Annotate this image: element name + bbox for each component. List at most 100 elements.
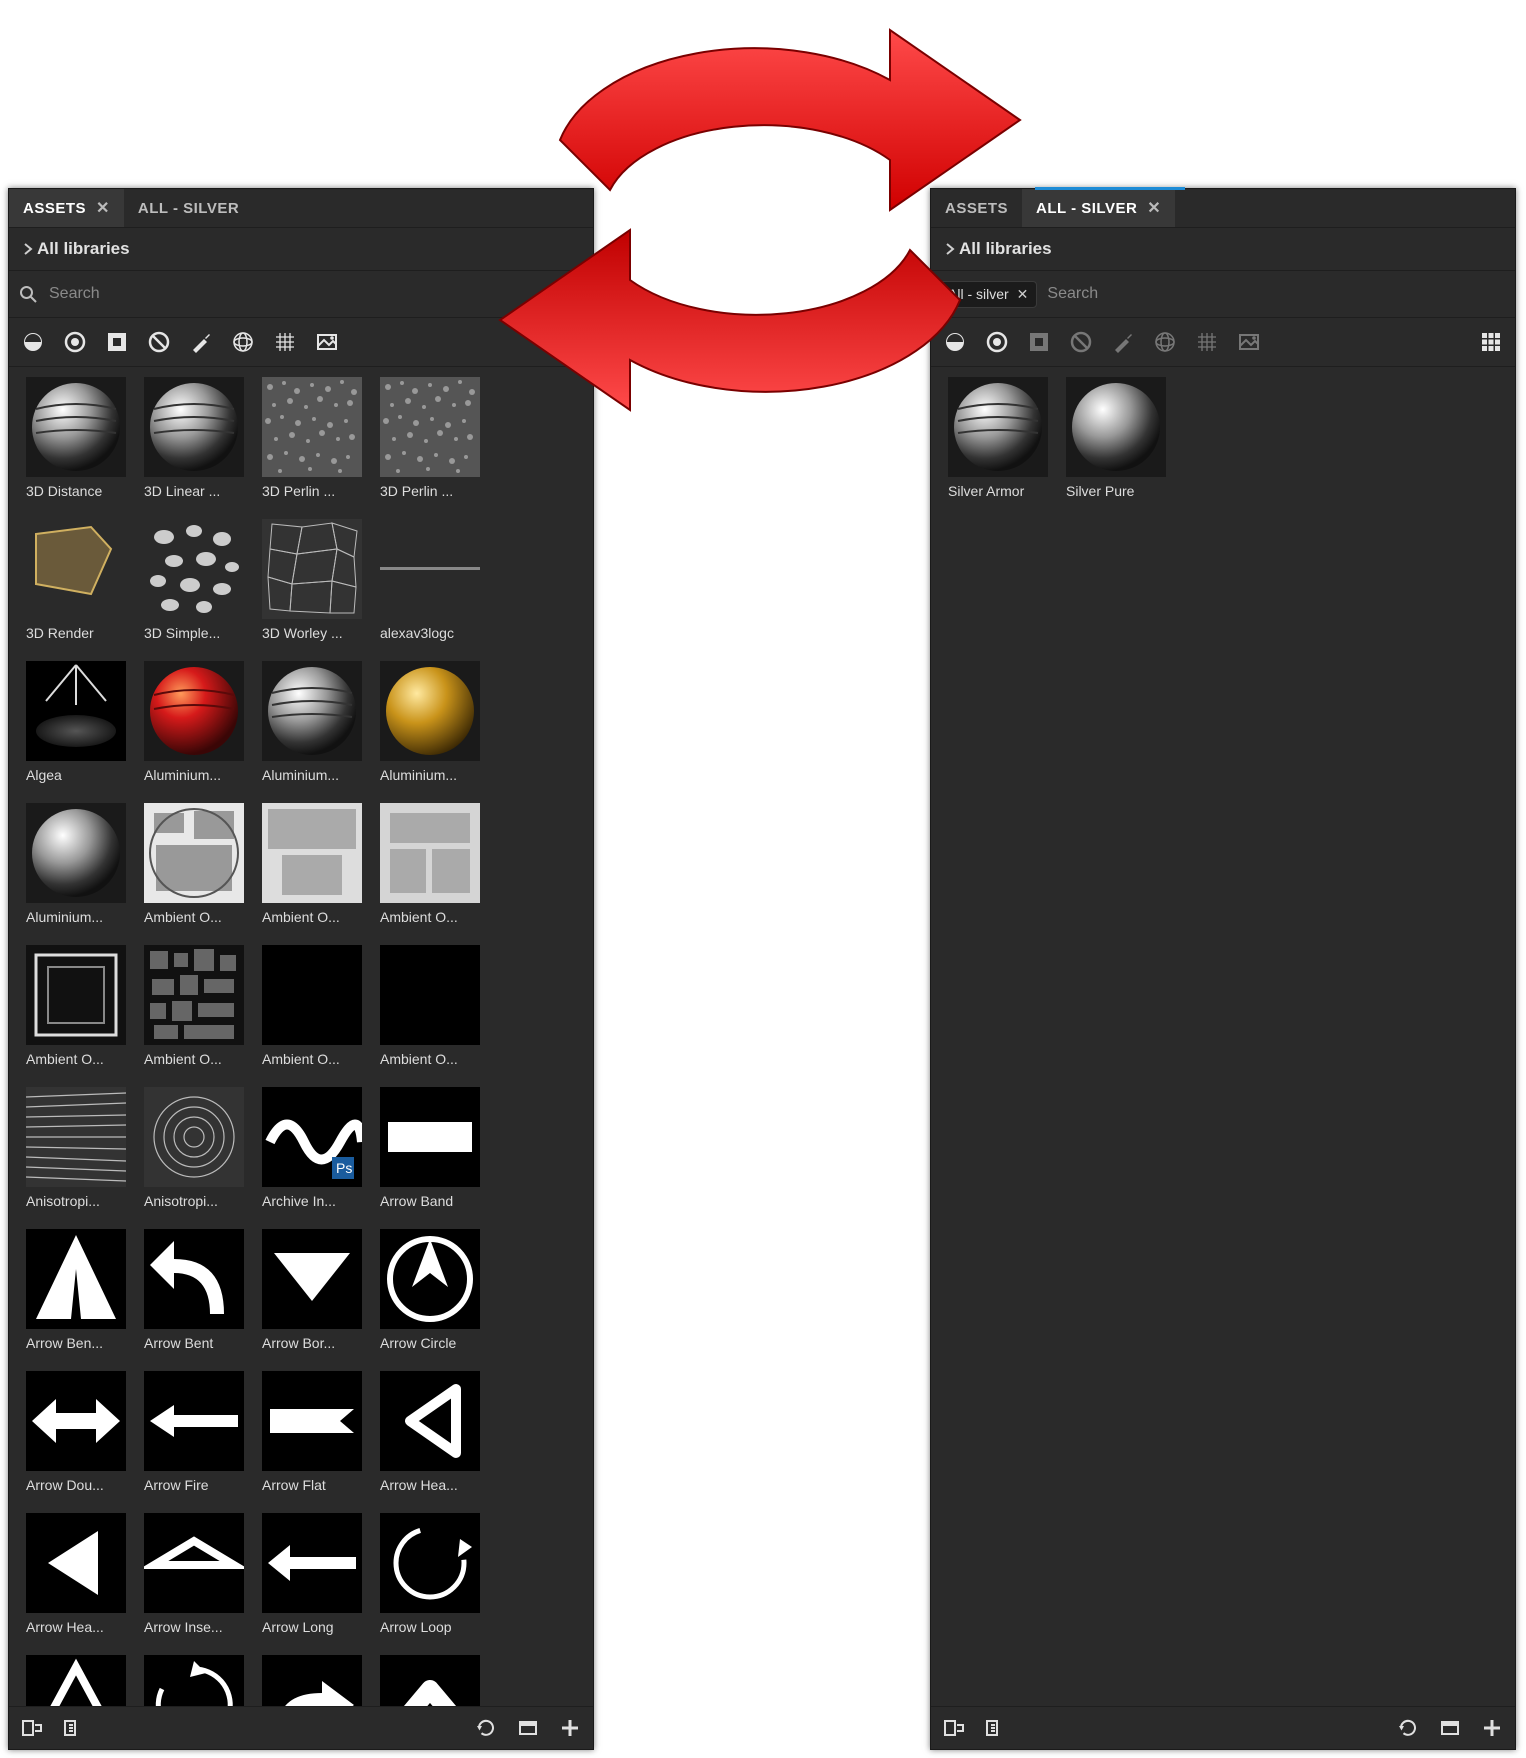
filter-environment-icon[interactable] (1235, 328, 1263, 356)
asset-label: Arrow Long (262, 1619, 362, 1635)
asset-item[interactable]: Arrow Flat (257, 1371, 367, 1493)
filter-environment-icon[interactable] (313, 328, 341, 356)
asset-item[interactable]: 3D Distance (21, 377, 131, 499)
asset-item[interactable]: Arrow Neg... (21, 1655, 131, 1706)
asset-thumbnail (262, 803, 362, 903)
filter-grid-icon[interactable] (271, 328, 299, 356)
asset-item[interactable]: 3D Worley ... (257, 519, 367, 641)
close-icon[interactable]: ✕ (1147, 198, 1161, 218)
filter-material-icon[interactable] (941, 328, 969, 356)
asset-item[interactable]: Arrow Hea... (375, 1371, 485, 1493)
asset-item[interactable]: 3D Perlin ... (375, 377, 485, 499)
asset-item[interactable]: Aluminium... (21, 803, 131, 925)
asset-item[interactable]: Silver Armor (943, 377, 1053, 499)
filter-smart-material-icon[interactable] (61, 328, 89, 356)
asset-item[interactable]: Arrow Rota... (139, 1655, 249, 1706)
search-chip[interactable]: All - silver ✕ (939, 281, 1037, 308)
asset-item[interactable]: Arrow Hea... (21, 1513, 131, 1635)
asset-item[interactable]: Arrow Band (375, 1087, 485, 1209)
add-icon[interactable] (557, 1715, 583, 1741)
asset-item[interactable]: Arrow Loop (375, 1513, 485, 1635)
asset-item[interactable]: Arrow Inse... (139, 1513, 249, 1635)
asset-item[interactable]: Archive In... (257, 1087, 367, 1209)
close-icon[interactable]: ✕ (1017, 286, 1029, 303)
tab-all-silver[interactable]: ALL - SILVER (124, 189, 253, 227)
asset-item[interactable]: Aluminium... (139, 661, 249, 783)
filter-alpha-icon[interactable] (1067, 328, 1095, 356)
asset-thumbnail (26, 1087, 126, 1187)
asset-thumbnail (144, 661, 244, 761)
asset-item[interactable]: Ambient O... (139, 803, 249, 925)
asset-item[interactable]: 3D Render (21, 519, 131, 641)
filter-texture-icon[interactable] (1025, 328, 1053, 356)
asset-item[interactable]: Aluminium... (257, 661, 367, 783)
tab-label: ASSETS (23, 200, 86, 217)
asset-item[interactable]: alexav3logc (375, 519, 485, 641)
search-chip-label: All - silver (948, 286, 1009, 302)
asset-item[interactable]: Anisotropi... (139, 1087, 249, 1209)
asset-item[interactable]: Arrow Long (257, 1513, 367, 1635)
save-view-icon[interactable] (515, 1715, 541, 1741)
asset-item[interactable]: Ambient O... (257, 945, 367, 1067)
asset-thumbnail (380, 803, 480, 903)
filter-mesh-icon[interactable] (229, 328, 257, 356)
asset-item[interactable]: Arrow Bent (139, 1229, 249, 1351)
asset-item[interactable]: Algea (21, 661, 131, 783)
asset-label: Aluminium... (144, 767, 244, 783)
asset-label: 3D Linear ... (144, 483, 244, 499)
asset-thumbnail (144, 803, 244, 903)
grid-view-toggle-icon[interactable] (1477, 328, 1505, 356)
breadcrumb[interactable]: All libraries (931, 228, 1515, 271)
asset-item[interactable]: Ambient O... (257, 803, 367, 925)
asset-item[interactable]: 3D Perlin ... (257, 377, 367, 499)
asset-item[interactable]: Arrow Rou... (257, 1655, 367, 1706)
asset-item[interactable]: Arrow Dou... (21, 1371, 131, 1493)
search-input[interactable] (1045, 284, 1507, 304)
asset-item[interactable]: Ambient O... (21, 945, 131, 1067)
save-view-icon[interactable] (1437, 1715, 1463, 1741)
tab-all-silver[interactable]: ALL - SILVER✕ (1022, 189, 1175, 227)
filter-brush-icon[interactable] (187, 328, 215, 356)
asset-scroll[interactable]: Silver ArmorSilver Pure (931, 367, 1515, 1706)
filter-mesh-icon[interactable] (1151, 328, 1179, 356)
asset-item[interactable]: Arrow Sim... (375, 1655, 485, 1706)
tab-bar: ASSETSALL - SILVER✕ (931, 189, 1515, 228)
asset-item[interactable]: 3D Linear ... (139, 377, 249, 499)
asset-item[interactable]: Ambient O... (375, 803, 485, 925)
filter-alpha-icon[interactable] (145, 328, 173, 356)
asset-item[interactable]: Anisotropi... (21, 1087, 131, 1209)
asset-item[interactable]: Arrow Fire (139, 1371, 249, 1493)
asset-item[interactable]: Arrow Ben... (21, 1229, 131, 1351)
refresh-icon[interactable] (473, 1715, 499, 1741)
search-input[interactable] (47, 284, 585, 304)
asset-item[interactable]: 3D Simple... (139, 519, 249, 641)
asset-item[interactable]: Arrow Bor... (257, 1229, 367, 1351)
filter-brush-icon[interactable] (1109, 328, 1137, 356)
export-icon[interactable] (61, 1715, 87, 1741)
tab-assets[interactable]: ASSETS ✕ (9, 189, 124, 227)
filter-material-icon[interactable] (19, 328, 47, 356)
asset-thumbnail (380, 1371, 480, 1471)
refresh-icon[interactable] (1395, 1715, 1421, 1741)
asset-thumbnail (380, 1513, 480, 1613)
add-icon[interactable] (1479, 1715, 1505, 1741)
asset-label: Arrow Hea... (26, 1619, 126, 1635)
breadcrumb[interactable]: All libraries (9, 228, 593, 271)
import-icon[interactable] (941, 1715, 967, 1741)
import-icon[interactable] (19, 1715, 45, 1741)
filter-grid-icon[interactable] (1193, 328, 1221, 356)
asset-item[interactable]: Arrow Circle (375, 1229, 485, 1351)
close-icon[interactable]: ✕ (96, 198, 110, 218)
filter-smart-material-icon[interactable] (983, 328, 1011, 356)
asset-item[interactable]: Aluminium... (375, 661, 485, 783)
asset-thumbnail (380, 661, 480, 761)
asset-item[interactable]: Ambient O... (375, 945, 485, 1067)
asset-item[interactable]: Silver Pure (1061, 377, 1171, 499)
filter-texture-icon[interactable] (103, 328, 131, 356)
tab-assets[interactable]: ASSETS (931, 189, 1022, 227)
asset-label: Algea (26, 767, 126, 783)
asset-scroll[interactable]: 3D Distance3D Linear ...3D Perlin ...3D … (9, 367, 593, 1706)
export-icon[interactable] (983, 1715, 1009, 1741)
asset-thumbnail (262, 945, 362, 1045)
asset-item[interactable]: Ambient O... (139, 945, 249, 1067)
